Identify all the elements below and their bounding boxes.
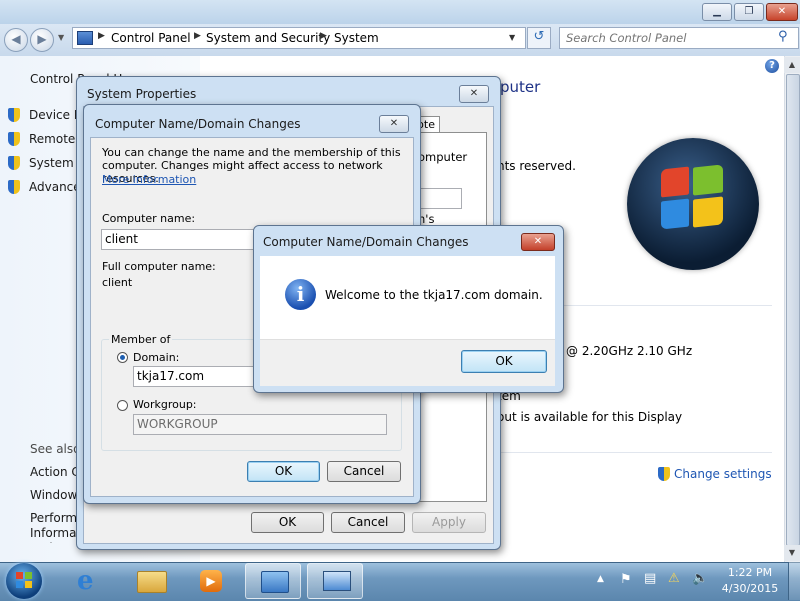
network-warning-icon[interactable]: ⚠ bbox=[668, 571, 680, 586]
breadcrumb-separator-icon: ▶ bbox=[98, 31, 105, 41]
computer-name-label: Computer name: bbox=[102, 212, 196, 225]
internet-explorer-icon: e bbox=[77, 566, 94, 596]
search-icon[interactable]: ⚲ bbox=[778, 29, 788, 44]
system-properties-title: System Properties bbox=[87, 87, 197, 101]
start-button[interactable] bbox=[6, 563, 42, 599]
info-icon: i bbox=[285, 279, 316, 310]
divider bbox=[488, 452, 772, 453]
taskbar bbox=[0, 562, 800, 601]
volume-icon[interactable]: 🔈 bbox=[692, 571, 708, 586]
minimize-button[interactable]: ▁ bbox=[702, 3, 732, 21]
shield-icon bbox=[8, 156, 20, 170]
welcome-dialog-title: Computer Name/Domain Changes bbox=[263, 235, 469, 249]
workgroup-radio[interactable] bbox=[117, 400, 128, 411]
scroll-down-icon[interactable]: ▼ bbox=[784, 545, 800, 561]
clock-time[interactable]: 1:22 PM bbox=[722, 566, 778, 579]
workgroup-label: Workgroup: bbox=[133, 398, 197, 411]
system-properties-ok-button[interactable]: OK bbox=[251, 512, 324, 533]
show-hidden-icons-icon[interactable]: ▲ bbox=[597, 574, 604, 584]
search-input[interactable] bbox=[564, 29, 774, 47]
control-panel-icon bbox=[77, 31, 93, 45]
computer-description-input[interactable] bbox=[420, 188, 462, 209]
processor-value: @ 2.20GHz 2.10 GHz bbox=[566, 344, 693, 358]
domain-input[interactable]: tkja17.com bbox=[133, 366, 263, 387]
name-changes-cancel-button[interactable]: Cancel bbox=[327, 461, 401, 482]
system-properties-cancel-button[interactable]: Cancel bbox=[331, 512, 405, 533]
taskbar-internet-explorer[interactable]: e bbox=[62, 563, 118, 599]
monitor-icon bbox=[323, 571, 351, 591]
refresh-button[interactable]: ↺ bbox=[527, 27, 551, 49]
welcome-dialog-close-button[interactable]: ✕ bbox=[521, 233, 555, 251]
breadcrumb-separator-icon: ▶ bbox=[320, 31, 327, 41]
clock-date[interactable]: 4/30/2015 bbox=[718, 582, 782, 595]
page-title: puter bbox=[500, 78, 541, 96]
change-settings-link[interactable]: Change settings bbox=[674, 467, 772, 481]
copyright-text: nts reserved. bbox=[497, 159, 576, 173]
address-bar[interactable]: ▶ Control Panel ▶ System and Security ▶ … bbox=[72, 27, 526, 49]
performance-information-link[interactable]: Performance Information and Tools bbox=[30, 511, 80, 543]
address-dropdown-icon[interactable]: ▼ bbox=[509, 33, 515, 42]
recent-pages-chevron-icon[interactable]: ▼ bbox=[58, 33, 64, 42]
shield-icon bbox=[658, 467, 670, 481]
workgroup-input: WORKGROUP bbox=[133, 414, 387, 435]
welcome-ok-button[interactable]: OK bbox=[461, 350, 547, 373]
domain-radio[interactable] bbox=[117, 352, 128, 363]
member-of-label: Member of bbox=[109, 333, 173, 346]
scrollbar-thumb[interactable] bbox=[786, 74, 800, 546]
system-properties-close-button[interactable]: ✕ bbox=[459, 85, 489, 103]
name-changes-ok-button[interactable]: OK bbox=[247, 461, 320, 482]
shield-icon bbox=[8, 180, 20, 194]
system-properties-apply-button[interactable]: Apply bbox=[412, 512, 486, 533]
shield-icon bbox=[8, 132, 20, 146]
search-box[interactable]: ⚲ bbox=[559, 27, 799, 49]
close-button[interactable]: ✕ bbox=[766, 3, 798, 21]
computer-name-input[interactable]: client bbox=[101, 229, 261, 250]
see-also-heading: See also bbox=[30, 442, 81, 456]
folder-icon bbox=[137, 571, 167, 593]
media-player-icon: ▶ bbox=[200, 570, 222, 592]
taskbar-control-panel[interactable] bbox=[245, 563, 301, 599]
computer-description-label: omputer bbox=[418, 150, 468, 164]
shield-icon bbox=[8, 108, 20, 122]
taskbar-media-player[interactable]: ▶ bbox=[184, 563, 240, 599]
more-information-link[interactable]: More information bbox=[102, 173, 196, 186]
show-desktop-button[interactable] bbox=[788, 562, 800, 600]
refresh-icon: ↺ bbox=[533, 29, 545, 44]
pen-touch-value: out is available for this Display bbox=[497, 410, 683, 424]
control-panel-icon bbox=[261, 571, 289, 593]
help-icon[interactable]: ? bbox=[765, 59, 779, 73]
full-computer-name-value: client bbox=[102, 276, 133, 289]
taskbar-remote-desktop[interactable] bbox=[307, 563, 363, 599]
forward-button[interactable]: ▶ bbox=[30, 28, 54, 52]
welcome-message: Welcome to the tkja17.com domain. bbox=[325, 288, 543, 302]
name-changes-title: Computer Name/Domain Changes bbox=[95, 117, 301, 131]
full-computer-name-label: Full computer name: bbox=[102, 260, 216, 273]
arrow-left-icon: ◀ bbox=[11, 32, 21, 46]
name-changes-close-button[interactable]: ✕ bbox=[379, 115, 409, 133]
safely-remove-icon[interactable]: ▤ bbox=[644, 571, 656, 586]
back-button[interactable]: ◀ bbox=[4, 28, 28, 52]
arrow-right-icon: ▶ bbox=[37, 32, 47, 46]
flag-icon[interactable]: ⚑ bbox=[620, 572, 632, 587]
taskbar-windows-explorer[interactable] bbox=[123, 563, 179, 599]
maximize-button[interactable]: ❐ bbox=[734, 3, 764, 21]
window-titlebar[interactable] bbox=[0, 0, 800, 24]
breadcrumb-system-and-security[interactable]: System and Security bbox=[206, 31, 330, 45]
breadcrumb-control-panel[interactable]: Control Panel bbox=[111, 31, 191, 45]
domain-label: Domain: bbox=[133, 351, 180, 364]
breadcrumb-system[interactable]: System bbox=[334, 31, 379, 45]
breadcrumb-separator-icon: ▶ bbox=[194, 31, 201, 41]
scroll-up-icon[interactable]: ▲ bbox=[784, 57, 800, 73]
windows-logo bbox=[627, 138, 759, 270]
